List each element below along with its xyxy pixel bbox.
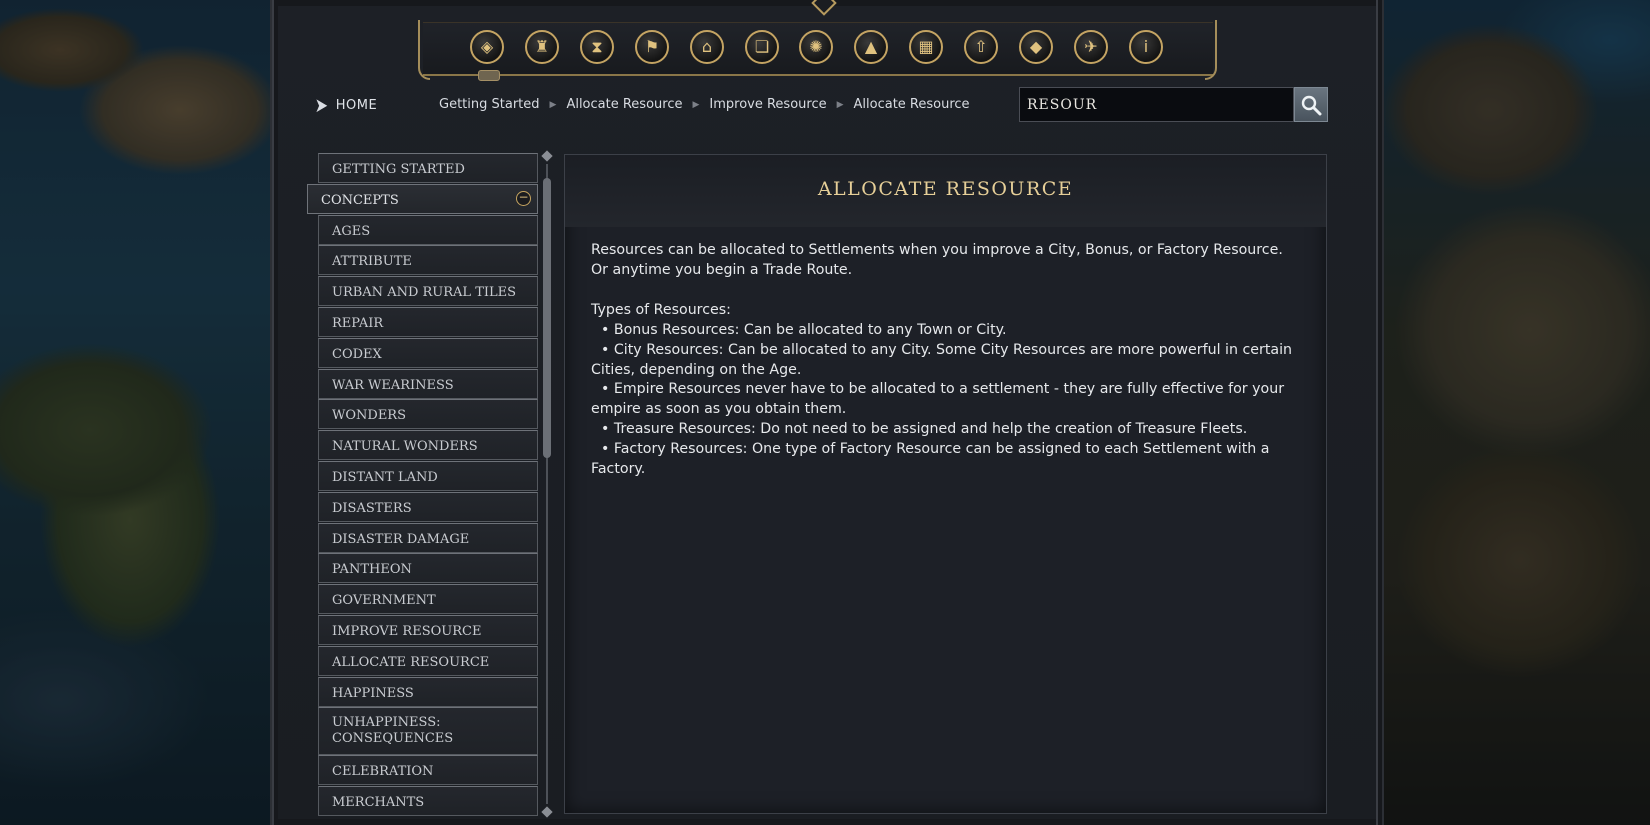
home-button[interactable]: ➤ HOME — [313, 95, 377, 115]
article-body: Resources can be allocated to Settlement… — [591, 241, 1301, 480]
sidebar-item-label: CONCEPTS — [321, 192, 399, 208]
breadcrumb: Getting Started ▶ Allocate Resource ▶ Im… — [439, 97, 970, 112]
sidebar-item-label: MERCHANTS — [332, 795, 425, 811]
info-icon[interactable]: i — [1129, 30, 1163, 64]
upgrade-arrow-icon[interactable]: ⇧ — [964, 30, 998, 64]
icon-bar-right-cap — [1205, 20, 1217, 80]
sidebar-item[interactable]: ALLOCATE RESOURCE — [318, 645, 538, 676]
article-text: Or anytime you begin a Trade Route. — [591, 261, 853, 278]
sidebar-item[interactable]: REPAIR — [318, 307, 538, 337]
city-icon[interactable]: ▦ — [909, 30, 943, 64]
sidebar-item-label: IMPROVE RESOURCE — [332, 624, 482, 639]
article-text: Factory. — [591, 461, 646, 478]
sidebar-item[interactable]: DISTANT LAND — [318, 461, 538, 491]
sidebar-item-label: REPAIR — [332, 316, 384, 331]
article-panel: ALLOCATE RESOURCE Resources can be alloc… — [564, 154, 1327, 814]
sidebar-item[interactable]: UNHAPPINESS: CONSEQUENCES — [318, 707, 538, 756]
search-button[interactable] — [1294, 87, 1328, 122]
home-label: HOME — [335, 97, 378, 113]
search-box — [1019, 87, 1328, 122]
sidebar-item-label: CELEBRATION — [332, 764, 434, 780]
icon-bar-left-cap — [418, 20, 430, 80]
sidebar-item[interactable]: WAR WEARINESS — [318, 368, 538, 399]
sidebar-item[interactable]: IMPROVE RESOURCE — [318, 615, 538, 645]
collapse-icon[interactable]: − — [516, 190, 531, 206]
sidebar-item[interactable]: CONCEPTS − — [307, 183, 538, 214]
sidebar-item-label: DISASTER DAMAGE — [332, 531, 470, 547]
book-icon[interactable]: ❏ — [745, 30, 779, 64]
sidebar-item-label: WONDERS — [332, 408, 407, 424]
sidebar-item[interactable]: GETTING STARTED — [318, 153, 538, 183]
breadcrumb-separator-icon: ▶ — [549, 99, 557, 110]
topic-sidebar: GETTING STARTED CONCEPTS − AGES ATTRIBUTE URB… — [307, 153, 538, 825]
sidebar-item[interactable]: URBAN AND RURAL TILES — [318, 276, 538, 307]
breadcrumb-item[interactable]: Getting Started — [439, 97, 540, 112]
sidebar-item-label: DISASTERS — [332, 500, 412, 516]
article-text: empire as soon as you obtain them. — [591, 401, 847, 418]
sidebar-item[interactable]: MERCHANTS — [318, 786, 538, 817]
article-header: ALLOCATE RESOURCE — [565, 155, 1326, 227]
sidebar-item[interactable]: HAPPINESS — [318, 676, 538, 707]
selected-category-indicator — [478, 70, 500, 81]
sidebar-item[interactable]: WONDERS — [318, 399, 538, 430]
sidebar-scrollbar[interactable] — [541, 150, 553, 820]
sidebar-item-label: AGES — [332, 223, 371, 239]
hourglass-icon[interactable]: ⧗ — [580, 30, 614, 64]
sidebar-item[interactable]: DISASTER DAMAGE — [318, 522, 538, 553]
article-bullet: • Bonus Resources: Can be allocated to a… — [601, 321, 1007, 338]
sidebar-item[interactable]: AGES — [318, 214, 538, 245]
article-text: Resources can be allocated to Settlement… — [591, 242, 1283, 258]
civilization-icon[interactable]: ◈ — [470, 30, 504, 64]
scroll-thumb[interactable] — [543, 178, 551, 458]
article-bullet: • Factory Resources: One type of Factory… — [601, 441, 1270, 458]
sidebar-item-label: CODEX — [332, 346, 382, 362]
sidebar-item-label: GOVERNMENT — [332, 593, 436, 609]
search-icon — [1301, 95, 1322, 115]
sidebar-item[interactable]: PANTHEON — [318, 553, 538, 584]
sidebar-item[interactable]: CODEX — [318, 337, 538, 368]
article-bullet: • City Resources: Can be allocated to an… — [601, 341, 1293, 358]
article-bullet: • Empire Resources never have to be allo… — [601, 381, 1285, 398]
sidebar-item[interactable]: CELEBRATION — [318, 755, 538, 786]
sidebar-item-label: URBAN AND RURAL TILES — [332, 285, 517, 301]
mountains-icon[interactable]: ▲ — [854, 30, 888, 64]
map-background-left — [0, 0, 270, 825]
article-subheading: Types of Resources: — [591, 301, 731, 318]
sidebar-item[interactable]: NATURAL WONDERS — [318, 430, 538, 461]
sidebar-item-label: NATURAL WONDERS — [332, 439, 478, 455]
government-building-icon[interactable]: ⌂ — [690, 30, 724, 64]
article-text: Cities, depending on the Age. — [591, 361, 802, 378]
sidebar-item-label: GETTING STARTED — [332, 162, 465, 177]
scroll-down-icon[interactable] — [541, 806, 553, 818]
sidebar-item[interactable]: ATTRIBUTE — [318, 245, 538, 276]
article-title: ALLOCATE RESOURCE — [817, 178, 1074, 200]
dove-icon[interactable]: ✈ — [1074, 30, 1108, 64]
sidebar-item-label: PANTHEON — [332, 562, 412, 578]
resource-pyramid-icon[interactable]: ◆ — [1019, 30, 1053, 64]
atom-icon[interactable]: ✺ — [799, 30, 833, 64]
breadcrumb-separator-icon: ▶ — [692, 99, 700, 110]
sidebar-item-label: ATTRIBUTE — [332, 254, 412, 270]
article-bullet: • Treasure Resources: Do not need to be … — [601, 421, 1248, 438]
sidebar-item-label: DISTANT LAND — [332, 470, 438, 485]
sidebar-item-label: UNHAPPINESS: CONSEQUENCES — [332, 715, 454, 747]
flag-icon[interactable]: ⚑ — [635, 30, 669, 64]
sidebar-item-label: ALLOCATE RESOURCE — [332, 654, 490, 670]
breadcrumb-item[interactable]: Improve Resource — [709, 97, 826, 112]
sidebar-item[interactable]: DISASTERS — [318, 491, 538, 522]
back-arrow-icon: ➤ — [314, 93, 329, 117]
breadcrumb-separator-icon: ▶ — [836, 99, 844, 110]
map-background-right — [1380, 0, 1650, 825]
panel-border-right — [1376, 0, 1378, 825]
sidebar-item-label: WAR WEARINESS — [332, 377, 454, 393]
breadcrumb-item[interactable]: Allocate Resource — [566, 97, 682, 112]
panel-border-left — [272, 0, 274, 825]
trophy-icon[interactable]: ♜ — [525, 30, 559, 64]
scroll-up-icon[interactable] — [541, 150, 553, 162]
search-input[interactable] — [1019, 87, 1294, 122]
sidebar-item[interactable]: GOVERNMENT — [318, 584, 538, 615]
sidebar-item-label: HAPPINESS — [332, 685, 414, 701]
breadcrumb-item[interactable]: Allocate Resource — [854, 97, 970, 112]
